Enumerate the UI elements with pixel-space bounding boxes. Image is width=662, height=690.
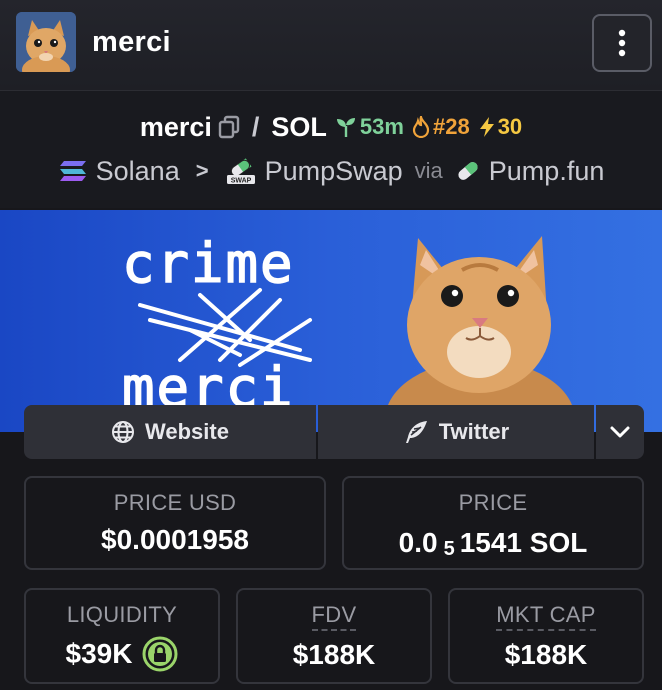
chevron-down-icon [610, 426, 630, 438]
price-usd-card: PRICE USD $0.0001958 [24, 476, 326, 570]
pill-icon [458, 162, 478, 180]
pair-separator: / [251, 111, 260, 142]
copy-icon[interactable] [218, 115, 240, 139]
seedling-icon [336, 118, 355, 137]
token-name: merci [92, 26, 171, 58]
via-label: via [414, 158, 443, 183]
liquidity-value: $39K [66, 636, 179, 672]
launchpad-name[interactable]: Pump.fun [489, 156, 605, 187]
pair-age: 53m [335, 114, 404, 140]
price-sol-card: PRICE 0.0 5 1541 SOL [342, 476, 644, 570]
cat-avatar-icon [16, 12, 76, 72]
flame-icon [412, 116, 430, 138]
fdv-label[interactable]: FDV [311, 602, 357, 631]
lightning-icon [479, 117, 494, 137]
feather-icon [405, 421, 427, 443]
liquidity-card: LIQUIDITY $39K [24, 588, 220, 684]
mktcap-card: MKT CAP $188K [448, 588, 644, 684]
more-links-button[interactable] [596, 405, 644, 459]
price-usd-label: PRICE USD [113, 490, 237, 515]
globe-icon [112, 421, 135, 443]
mktcap-value: $188K [504, 639, 588, 670]
twitter-label: Twitter [438, 419, 510, 444]
banner-text-top: crime [122, 232, 295, 295]
base-token: merci [139, 111, 212, 142]
kebab-menu-button[interactable] [592, 14, 652, 72]
token-banner: crime merci [0, 210, 662, 432]
mktcap-label[interactable]: MKT CAP [496, 602, 596, 631]
svg-text:SWAP: SWAP [230, 178, 251, 185]
quote-token: SOL [271, 111, 327, 142]
pair-info: merci / SOL 53m #28 30 Solana > SWAP Pum… [0, 90, 662, 208]
price-sol-label: PRICE [458, 490, 528, 515]
boost-count: 30 [478, 114, 522, 140]
twitter-button[interactable]: Twitter [318, 405, 594, 459]
chain-name[interactable]: Solana [96, 156, 180, 187]
fdv-card: FDV $188K [236, 588, 432, 684]
kebab-menu-icon [618, 29, 626, 57]
liquidity-label: LIQUIDITY [66, 602, 178, 627]
links-bar: Website Twitter [24, 405, 644, 459]
top-bar: merci [0, 0, 662, 90]
cat-photo [385, 236, 575, 432]
trending-rank: #28 [412, 114, 470, 140]
dex-name[interactable]: PumpSwap [265, 156, 403, 187]
price-usd-value: $0.0001958 [101, 524, 249, 555]
breadcrumb-chevron: > [195, 158, 209, 183]
website-button[interactable]: Website [24, 405, 316, 459]
solana-icon [59, 161, 86, 181]
website-label: Website [145, 419, 229, 444]
lock-icon[interactable] [142, 636, 178, 672]
pumpswap-icon: SWAP [226, 158, 255, 185]
price-sol-value: 0.0 5 1541 SOL [398, 526, 588, 561]
fdv-value: $188K [292, 639, 376, 670]
